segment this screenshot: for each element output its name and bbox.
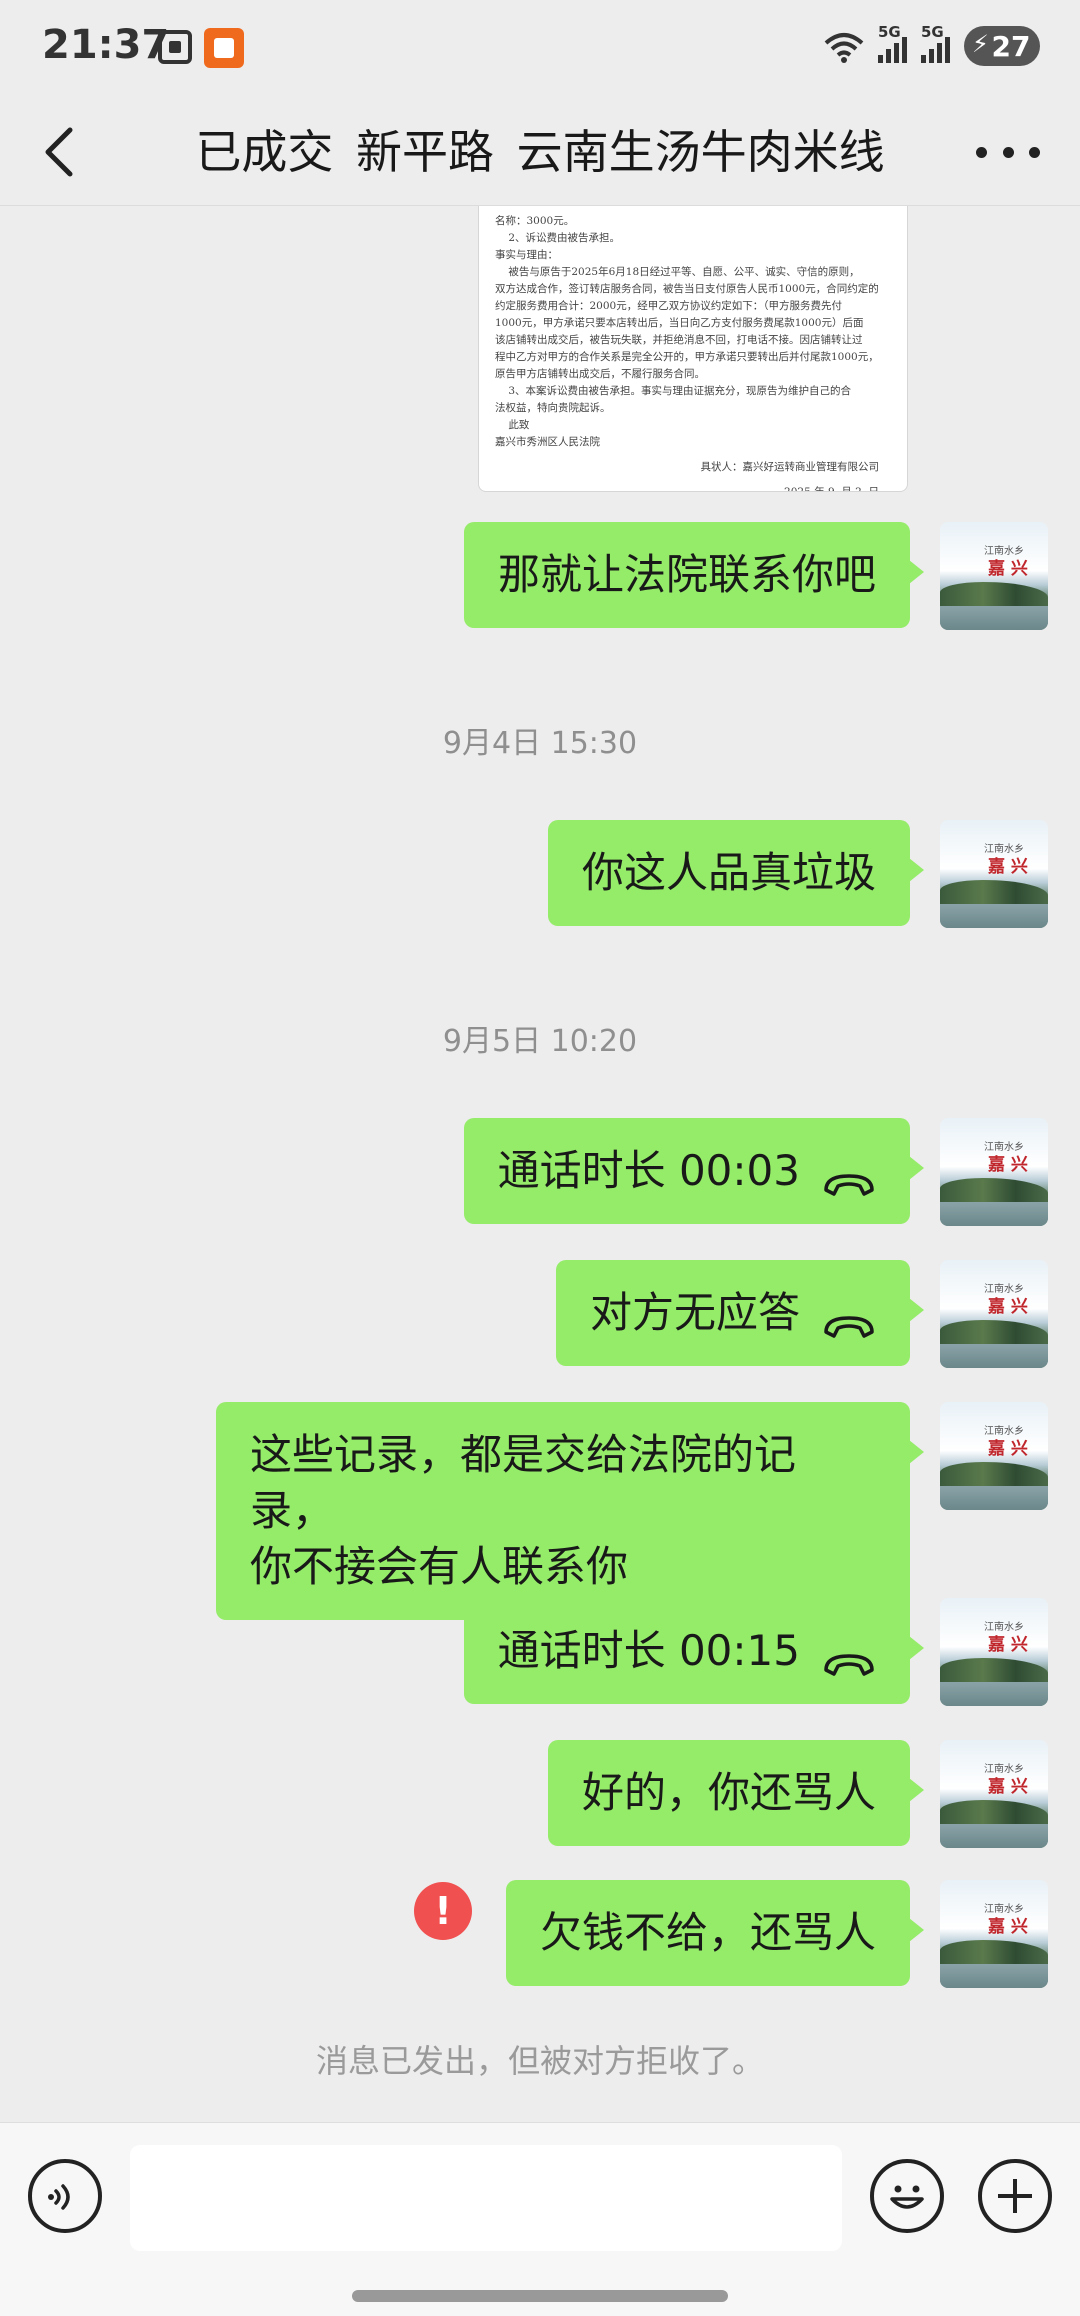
charging-bolt-icon: ⚡ (972, 30, 989, 58)
chat-message-list[interactable]: 名称：3000元。 2、诉讼费由被告承担。 事实与理由： 被告与原告于2025年… (0, 206, 1080, 2122)
chat-header: 已成交 新平路 云南生汤牛肉米线 (0, 96, 1080, 206)
document-line: 程中乙方对甲方的合作关系是完全公开的，甲方承诺只要转出后并付尾款1000元， (495, 351, 879, 363)
phone-hangup-icon (822, 1636, 876, 1676)
signal-5g-b-icon: 5G (921, 23, 950, 63)
signal-5g-a-icon: 5G (878, 23, 907, 63)
avatar[interactable]: 江南水乡 嘉 兴 (940, 820, 1048, 928)
document-image-message[interactable]: 名称：3000元。 2、诉讼费由被告承担。 事实与理由： 被告与原告于2025年… (478, 206, 908, 492)
more-options-button[interactable] (976, 132, 1040, 172)
document-line: 约定服务费用合计：2000元，经甲乙双方协议约定如下：（甲方服务费先付 (495, 300, 842, 312)
wifi-icon (824, 31, 864, 63)
status-bar: 21:37 5G 5G ⚡ 27 (0, 0, 1080, 96)
document-line: 嘉兴市秀洲区人民法院 (495, 436, 600, 448)
message-bubble[interactable]: 欠钱不给，还骂人 (505, 1880, 925, 1986)
document-line: 被告与原告于2025年6月18日经过平等、自愿、公平、诚实、守信的原则， (495, 266, 860, 278)
avatar[interactable]: 江南水乡 嘉 兴 (940, 1402, 1048, 1510)
system-notice: 消息已发出，但被对方拒收了。 (315, 2042, 764, 2080)
battery-icon: ⚡ 27 (964, 26, 1040, 66)
more-functions-button[interactable] (978, 2159, 1052, 2233)
call-record-bubble[interactable]: 对方无应答 (555, 1260, 925, 1366)
phone-hangup-icon (822, 1156, 876, 1196)
document-date: 2025 年 9 月 2 日 (784, 486, 879, 492)
document-signature: 具状人：嘉兴好运转商业管理有限公司 (700, 461, 880, 473)
chevron-left-icon (45, 127, 73, 177)
message-bubble[interactable]: 那就让法院联系你吧 (463, 522, 925, 628)
phone-hangup-icon (822, 1298, 876, 1338)
voice-input-button[interactable] (28, 2159, 102, 2233)
app-notification-icon (204, 28, 244, 68)
document-line: 此致 (495, 419, 530, 431)
voice-input-icon (48, 2184, 70, 2210)
avatar[interactable]: 江南水乡 嘉 兴 (940, 1260, 1048, 1368)
home-indicator[interactable] (352, 2290, 728, 2302)
status-time: 21:37 (42, 22, 170, 68)
document-line: 双方达成合作，签订转店服务合同，被告当日支付原告人民币1000元，合同约定的 (495, 283, 879, 295)
document-line: 1000元，甲方承诺只要本店转出后，当日向乙方支付服务费尾款1000元）后面 (495, 317, 864, 329)
message-bubble[interactable]: 你这人品真垃圾 (547, 820, 925, 926)
document-line: 该店铺转出成交后，被告玩失联，并拒绝消息不回，打电话不接。因店铺转让过 (495, 334, 863, 346)
battery-level: 27 (991, 29, 1031, 63)
avatar[interactable]: 江南水乡 嘉 兴 (940, 1598, 1048, 1706)
document-line: 事实与理由： (495, 249, 558, 261)
avatar[interactable]: 江南水乡 嘉 兴 (940, 522, 1048, 630)
send-failed-icon[interactable]: ! (414, 1882, 472, 1940)
message-input[interactable] (130, 2145, 842, 2251)
emoji-icon (890, 2185, 924, 2209)
document-line: 法权益，特向贵院起诉。 (495, 402, 611, 414)
message-line: 这些记录，都是交给法院的记录， (250, 1430, 797, 1535)
document-line: 3、本案诉讼费由被告承担。事实与理由证据充分，现原告为维护自己的合 (495, 385, 852, 397)
timestamp: 9月4日 15:30 (442, 726, 638, 761)
message-line: 你不接会有人联系你 (250, 1542, 629, 1591)
call-status: 对方无应答 (589, 1288, 800, 1337)
emoji-button[interactable] (870, 2159, 944, 2233)
back-button[interactable] (38, 124, 86, 180)
message-bubble[interactable]: 好的，你还骂人 (547, 1740, 925, 1846)
call-duration: 通话时长 00:03 (497, 1146, 800, 1195)
call-record-bubble[interactable]: 通话时长 00:15 (463, 1598, 925, 1704)
document-line: 2、诉讼费由被告承担。 (495, 232, 621, 244)
more-dots-icon (976, 146, 987, 158)
avatar[interactable]: 江南水乡 嘉 兴 (940, 1740, 1048, 1848)
avatar[interactable]: 江南水乡 嘉 兴 (940, 1880, 1048, 1988)
timestamp: 9月5日 10:20 (442, 1024, 638, 1059)
input-bar (0, 2122, 1080, 2316)
chat-title: 已成交 新平路 云南生汤牛肉米线 (195, 125, 885, 179)
call-record-bubble[interactable]: 通话时长 00:03 (463, 1118, 925, 1224)
screenshot-icon (158, 30, 192, 64)
status-indicators: 5G 5G ⚡ 27 (824, 23, 1040, 66)
avatar[interactable]: 江南水乡 嘉 兴 (940, 1118, 1048, 1226)
document-line: 原告甲方店铺转出成交后，不履行服务合同。 (495, 368, 705, 380)
document-line: 名称：3000元。 (495, 215, 575, 227)
message-bubble[interactable]: 这些记录，都是交给法院的记录， 你不接会有人联系你 (216, 1402, 924, 1620)
call-duration: 通话时长 00:15 (497, 1626, 800, 1675)
